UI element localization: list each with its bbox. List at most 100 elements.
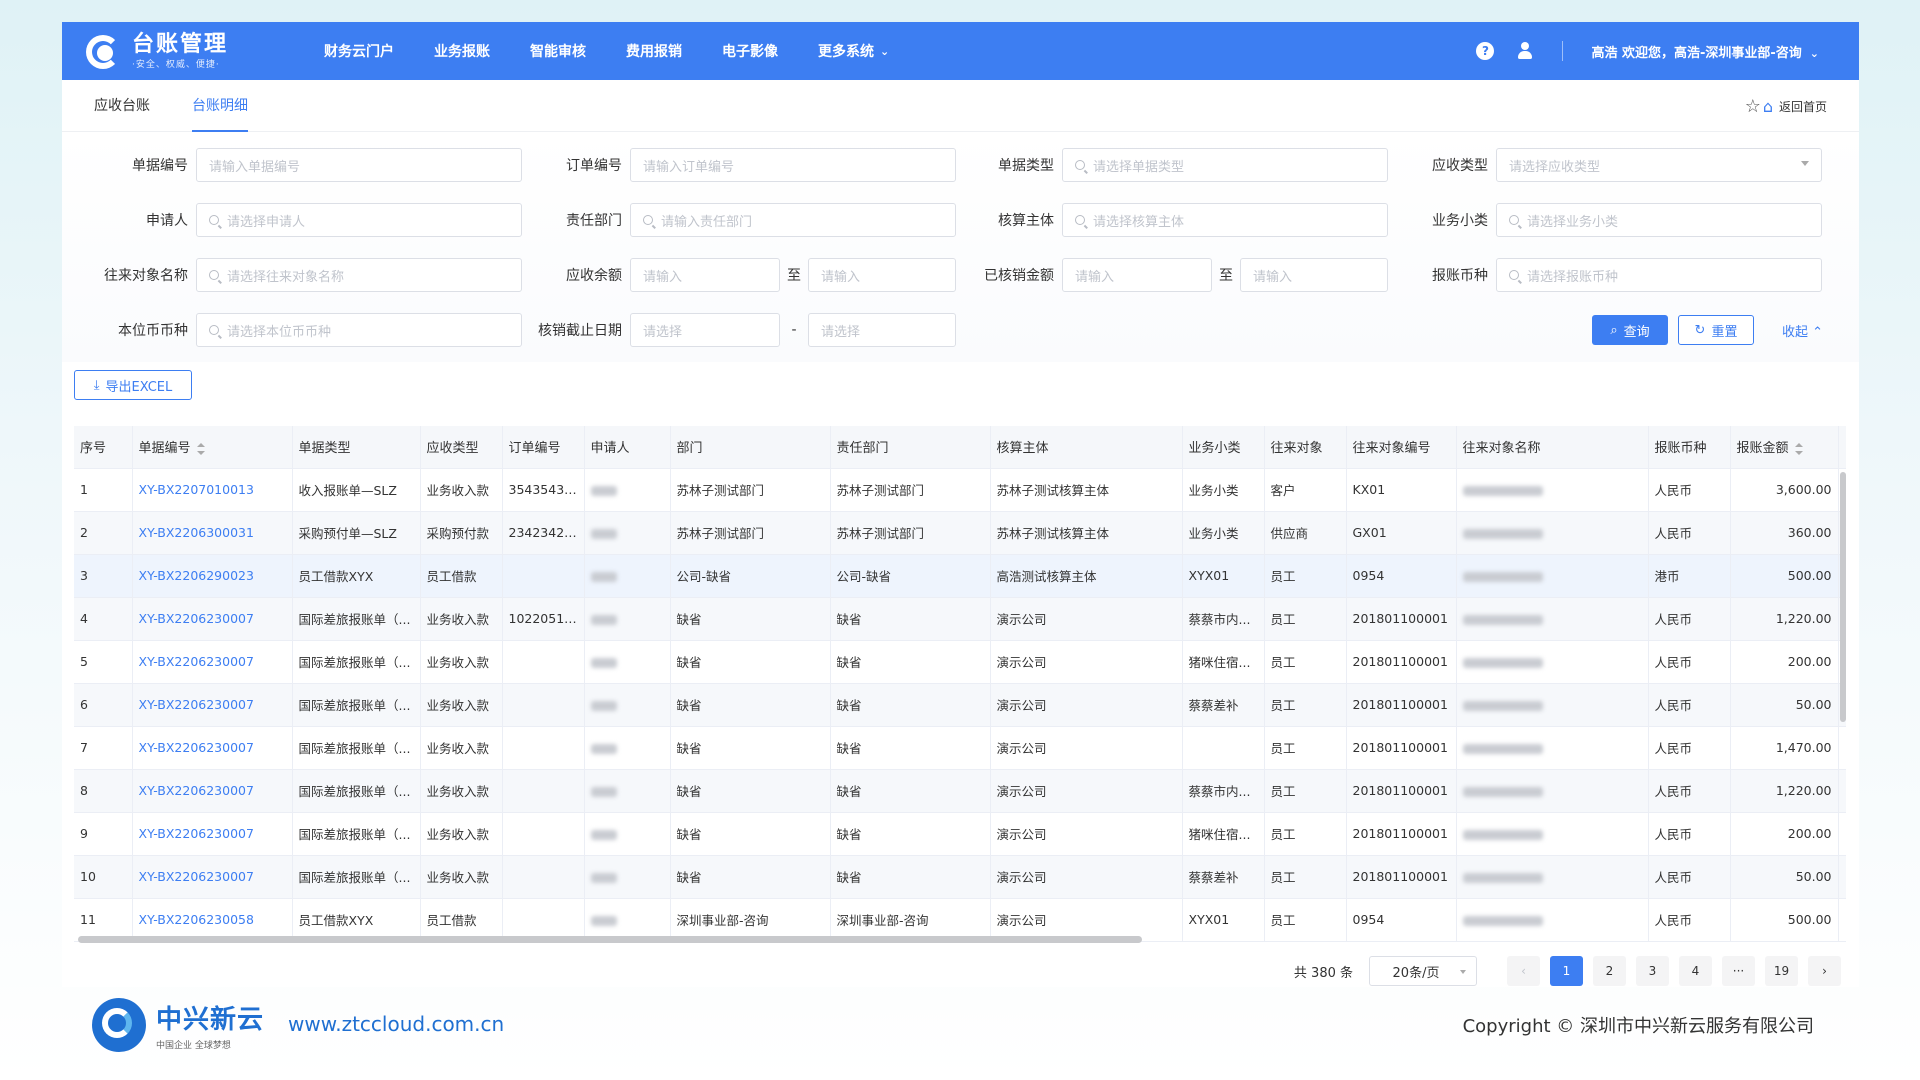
nav-smart-audit[interactable]: 智能审核 [530, 41, 586, 61]
table-row[interactable]: 1 XY-BX2207010013 收入报账单—SLZ 业务收入款 35435435..… [74, 468, 1846, 512]
acct-entity-select[interactable]: 请选择核算主体 [1062, 203, 1388, 237]
table-cell: 3 [74, 554, 133, 598]
written-off-to[interactable]: 请输入 [1240, 258, 1388, 292]
table-cell: 员工 [1264, 683, 1347, 727]
recv-balance-from[interactable]: 请输入 [630, 258, 780, 292]
redacted-value [1462, 829, 1543, 840]
table-cell: 高浩测试核算主体 [990, 554, 1183, 598]
table-cell: 缺省 [670, 726, 831, 770]
sort-icon[interactable] [196, 442, 205, 455]
app-logo[interactable]: 台账管理 ·安全、权威、便捷· [84, 31, 314, 71]
redacted-value [590, 872, 617, 883]
resp-dept-select[interactable]: 请输入责任部门 [630, 203, 956, 237]
col-header-label: 报账金额 [1736, 441, 1789, 457]
table-cell[interactable]: XY-BX2206230007 [132, 597, 293, 641]
page-button-3[interactable]: 3 [1636, 956, 1669, 986]
doc-type-select[interactable]: 请选择单据类型 [1062, 148, 1388, 182]
table-row[interactable]: 9 XY-BX2206230007 国际差旅报账单（... 业务收入款 缺省 缺省 演示公司… [74, 812, 1846, 856]
table-cell [584, 898, 671, 942]
table-cell [1456, 597, 1649, 641]
page-button-19[interactable]: 19 [1765, 956, 1798, 986]
collapse-toggle[interactable]: 收起 ⌃ [1782, 321, 1823, 340]
user-icon[interactable] [1516, 42, 1534, 60]
written-off-from[interactable]: 请输入 [1062, 258, 1212, 292]
table-row[interactable]: 2 XY-BX2206300031 采购预付单—SLZ 采购预付款 23423423..… [74, 511, 1846, 555]
col-header: 订单编号 [502, 426, 585, 469]
redacted-value [590, 657, 617, 668]
nav-finance-portal[interactable]: 财务云门户 [324, 41, 394, 61]
table-cell: 员工借款 [420, 554, 503, 598]
col-header-sortable[interactable]: 报账金额 [1730, 426, 1839, 469]
horizontal-scrollbar[interactable] [78, 936, 1142, 943]
table-row[interactable]: 5 XY-BX2206230007 国际差旅报账单（... 业务收入款 缺省 缺省 演示公司… [74, 640, 1846, 684]
table-row[interactable]: 6 XY-BX2206230007 国际差旅报账单（... 业务收入款 缺省 缺省 演示公司… [74, 683, 1846, 727]
table-cell[interactable]: XY-BX2206230007 [132, 769, 293, 813]
sort-icon[interactable] [1794, 442, 1803, 455]
table-cell[interactable]: XY-BX2206230007 [132, 726, 293, 770]
table-cell: 201801100001 [1346, 855, 1457, 899]
col-header: 部门 [670, 426, 831, 469]
table-cell[interactable]: XY-BX2207010013 [132, 468, 293, 512]
nav-business-claim[interactable]: 业务报账 [434, 41, 490, 61]
col-header-sortable[interactable]: 单据编号 [132, 426, 293, 469]
partner-name-select[interactable]: 请选择往来对象名称 [196, 258, 522, 292]
vertical-scrollbar[interactable] [1840, 472, 1846, 722]
page-button-1[interactable]: 1 [1550, 956, 1583, 986]
recv-balance-to[interactable]: 请输入 [808, 258, 956, 292]
table-cell[interactable]: XY-BX2206230007 [132, 640, 293, 684]
writeoff-date-to[interactable]: 请选择 [808, 313, 956, 347]
writeoff-date-from-placeholder: 请选择 [643, 324, 683, 340]
table-row[interactable]: 4 XY-BX2206230007 国际差旅报账单（... 业务收入款 10220518… [74, 597, 1846, 641]
nav-e-image[interactable]: 电子影像 [722, 41, 778, 61]
recv-type-select[interactable]: 请选择应收类型 [1496, 148, 1822, 182]
back-home-link[interactable]: 返回首页 [1779, 98, 1827, 115]
table-cell: 演示公司 [990, 769, 1183, 813]
page-size-select[interactable]: 20条/页 [1369, 956, 1477, 986]
pagination: 共 380 条 20条/页 ‹ 1 2 3 4 ··· 19 › [1294, 956, 1841, 986]
table-cell[interactable]: XY-BX2206230007 [132, 855, 293, 899]
table-row[interactable]: 8 XY-BX2206230007 国际差旅报账单（... 业务收入款 缺省 缺省 演示公司… [74, 769, 1846, 813]
table-row[interactable]: 7 XY-BX2206230007 国际差旅报账单（... 业务收入款 缺省 缺省 演示公司… [74, 726, 1846, 770]
table-cell[interactable]: XY-BX2206230058 [132, 898, 293, 942]
table-row[interactable]: 11 XY-BX2206230058 员工借款XYX 员工借款 深圳事业部-咨询 深圳事业… [74, 898, 1846, 942]
prev-page-button[interactable]: ‹ [1507, 956, 1540, 986]
redacted-value [1462, 915, 1543, 926]
table-cell [1456, 812, 1649, 856]
table-cell[interactable]: XY-BX2206300031 [132, 511, 293, 555]
table-cell[interactable]: XY-BX2206230007 [132, 812, 293, 856]
redacted-value [590, 743, 617, 754]
nav-expense[interactable]: 费用报销 [626, 41, 682, 61]
help-icon[interactable]: ? [1476, 42, 1495, 60]
local-currency-select[interactable]: 请选择本位币币种 [196, 313, 522, 347]
footer-url[interactable]: www.ztccloud.com.cn [288, 1012, 504, 1036]
table-row[interactable]: 10 XY-BX2206230007 国际差旅报账单（... 业务收入款 缺省 缺省 演示公… [74, 855, 1846, 899]
claim-currency-select[interactable]: 请选择报账币种 [1496, 258, 1822, 292]
table-cell-overflow [1838, 812, 1846, 856]
home-icon[interactable]: ⌂ [1763, 97, 1773, 116]
star-icon[interactable]: ☆ [1745, 96, 1761, 117]
applicant-placeholder: 请选择申请人 [227, 214, 306, 230]
tab-receivable-ledger[interactable]: 应收台账 [94, 80, 150, 132]
query-button[interactable]: ⌕ 查询 [1592, 315, 1668, 345]
doc-no-input[interactable]: 请输入单据编号 [196, 148, 522, 182]
nav-more-systems[interactable]: 更多系统 ⌄ [818, 41, 889, 61]
footer-logo: 中兴新云 中国企业 全球梦想 [90, 996, 264, 1054]
table-cell [584, 855, 671, 899]
biz-sub-select[interactable]: 请选择业务小类 [1496, 203, 1822, 237]
next-page-button[interactable]: › [1808, 956, 1841, 986]
table-cell[interactable]: XY-BX2206230007 [132, 683, 293, 727]
tab-ledger-detail[interactable]: 台账明细 [192, 80, 248, 132]
table-cell[interactable]: XY-BX2206290023 [132, 554, 293, 598]
page-button-2[interactable]: 2 [1593, 956, 1626, 986]
order-no-input[interactable]: 请输入订单编号 [630, 148, 956, 182]
table-row[interactable]: 3 XY-BX2206290023 员工借款XYX 员工借款 公司-缺省 公司-缺省 高浩测… [74, 554, 1846, 598]
user-menu[interactable]: 高浩 欢迎您，高浩-深圳事业部-咨询 ⌄ [1591, 42, 1819, 61]
top-header: 台账管理 ·安全、权威、便捷· 财务云门户 业务报账 智能审核 费用报销 电子影… [62, 22, 1859, 80]
writeoff-date-from[interactable]: 请选择 [630, 313, 780, 347]
table-cell [502, 683, 585, 727]
applicant-select[interactable]: 请选择申请人 [196, 203, 522, 237]
export-excel-button[interactable]: ⤓ 导出EXCEL [74, 370, 192, 400]
page-button-4[interactable]: 4 [1679, 956, 1712, 986]
page-ellipsis[interactable]: ··· [1722, 956, 1755, 986]
reset-button[interactable]: ↻ 重置 [1678, 315, 1754, 345]
